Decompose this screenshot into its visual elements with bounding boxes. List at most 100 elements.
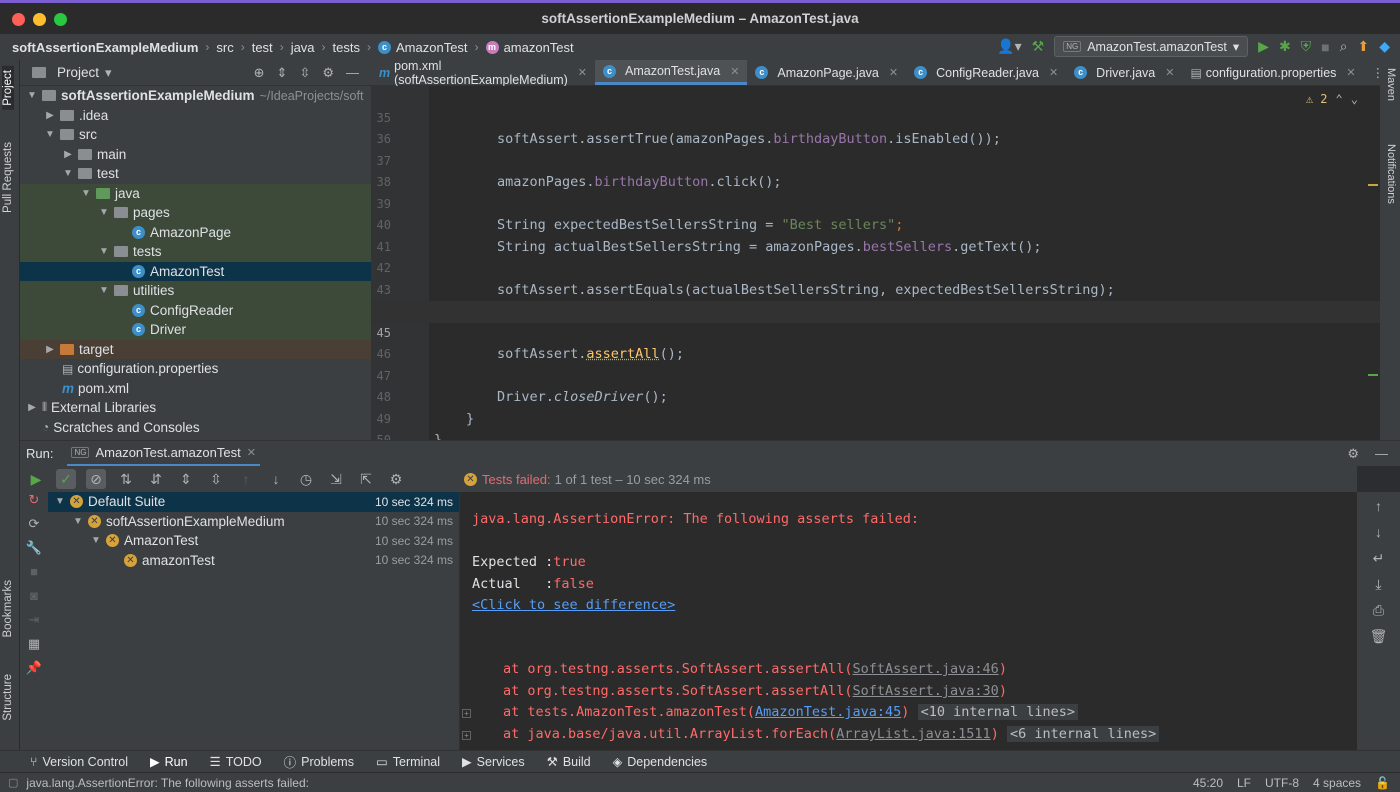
show-passed-icon[interactable]: ✓ [56, 469, 76, 489]
stack-trace-link[interactable]: SoftAssert.java:46 [853, 661, 999, 677]
terminal-tool[interactable]: ▭ Terminal [376, 754, 440, 770]
tree-item-amazontest[interactable]: c AmazonTest [20, 261, 371, 281]
project-view-select[interactable]: Project [57, 65, 99, 80]
version-control-tool[interactable]: ⑂ Version Control [30, 755, 128, 769]
tree-item-scratches[interactable]: ◔ Scratches and Consoles [20, 418, 371, 438]
chevron-down-icon[interactable]: ▼ [98, 246, 110, 257]
status-message[interactable]: java.lang.AssertionError: The following … [26, 776, 309, 790]
run-configuration-select[interactable]: NG AmazonTest.amazonTest ▾ [1054, 36, 1249, 57]
chevron-down-icon[interactable]: ▼ [80, 188, 92, 199]
tab-pom-xml[interactable]: m pom.xml (softAssertionExampleMedium) ✕ [371, 59, 595, 87]
chevron-down-icon[interactable]: ▼ [26, 90, 38, 101]
more-tabs-icon[interactable]: ⋮ [1364, 60, 1393, 85]
breadcrumb-java[interactable]: java [291, 40, 315, 55]
stack-trace-link[interactable]: AmazonTest.java:45 [755, 704, 901, 720]
stop-icon[interactable]: ■ [1321, 39, 1329, 55]
expand-all-icon[interactable]: ⇕ [176, 469, 196, 489]
tab-configreader-java[interactable]: c ConfigReader.java ✕ [906, 60, 1066, 85]
tree-item-test[interactable]: ▼ test [20, 164, 371, 184]
close-window-button[interactable] [12, 13, 25, 26]
tree-item-target[interactable]: ▶ target [20, 339, 371, 359]
scroll-to-end-icon[interactable]: ⤓ [1357, 576, 1400, 602]
tree-item-project-root[interactable]: ▼ softAssertionExampleMedium ~/IdeaProje… [20, 86, 371, 106]
close-icon[interactable]: ✕ [889, 66, 898, 79]
tree-item-pages[interactable]: ▼ pages [20, 203, 371, 223]
chevron-right-icon[interactable]: ▶ [44, 110, 56, 121]
status-icon[interactable]: ▢ [8, 776, 18, 789]
run-tab[interactable]: NG AmazonTest.amazonTest ✕ [67, 441, 260, 467]
chevron-down-icon[interactable]: ▼ [98, 285, 110, 296]
test-node-method[interactable]: ✕ amazonTest 10 sec 324 ms [48, 551, 459, 571]
expand-fold-icon[interactable]: + [462, 709, 471, 718]
chevron-down-icon[interactable]: ▼ [54, 496, 66, 507]
breadcrumb-src[interactable]: src [216, 40, 233, 55]
breadcrumb-method[interactable]: amazonTest [504, 40, 574, 55]
search-icon[interactable]: ⌕ [1340, 38, 1348, 55]
line-separator[interactable]: LF [1237, 776, 1251, 790]
expand-fold-icon[interactable]: + [462, 731, 471, 740]
todo-tool[interactable]: ☰ TODO [210, 754, 262, 770]
structure-tool-tab[interactable]: Structure [2, 674, 14, 721]
chevron-right-icon[interactable]: ▶ [62, 149, 74, 160]
tab-driver-java[interactable]: c Driver.java ✕ [1066, 60, 1182, 85]
breadcrumb-class[interactable]: AmazonTest [396, 40, 468, 55]
breadcrumb-test[interactable]: test [252, 40, 273, 55]
toggle-auto-test-icon[interactable]: ⟳ [20, 516, 48, 540]
user-icon[interactable]: 👤▾ [997, 38, 1021, 55]
run-tool[interactable]: ▶ Run [150, 754, 188, 770]
stack-trace-link[interactable]: ArrayList.java:1511 [836, 726, 990, 742]
internal-lines-fold[interactable]: <6 internal lines> [1006, 726, 1160, 742]
project-tool-tab[interactable]: Project [2, 66, 14, 110]
close-icon[interactable]: ✕ [730, 65, 739, 78]
breadcrumb-project[interactable]: softAssertionExampleMedium [12, 40, 198, 55]
tree-item-configuration-properties[interactable]: ▤ configuration.properties [20, 359, 371, 379]
collapse-all-icon[interactable]: ⇳ [299, 65, 310, 81]
rerun-failed-icon[interactable]: ↻ [20, 492, 48, 516]
coverage-icon[interactable]: ⛨ [1301, 38, 1312, 55]
sort-alpha-icon[interactable]: ⇅ [116, 469, 136, 489]
test-node-project[interactable]: ▼ ✕ softAssertionExampleMedium 10 sec 32… [48, 512, 459, 532]
locate-icon[interactable]: ⊕ [254, 65, 265, 81]
gear-icon[interactable]: ⚙ [1347, 446, 1359, 462]
build-hammer-icon[interactable]: ⚒ [1032, 38, 1045, 55]
arrow-down-icon[interactable]: ↓ [1357, 524, 1400, 550]
chevron-right-icon[interactable]: ▶ [26, 402, 38, 413]
hide-icon[interactable]: — [1375, 446, 1388, 461]
close-icon[interactable]: ✕ [1346, 66, 1355, 79]
tree-item-src[interactable]: ▼ src [20, 125, 371, 145]
tree-item-amazonpage[interactable]: c AmazonPage [20, 222, 371, 242]
run-console[interactable]: ✕ Tests failed: 1 of 1 test – 10 sec 324… [460, 466, 1357, 750]
previous-failed-icon[interactable]: ↑ [236, 469, 256, 489]
stop-icon[interactable]: ■ [20, 564, 48, 588]
close-icon[interactable]: ✕ [578, 66, 587, 79]
tree-item-driver[interactable]: c Driver [20, 320, 371, 340]
build-tool[interactable]: ⚒ Build [547, 754, 591, 770]
chevron-down-icon[interactable]: ▼ [72, 516, 84, 527]
show-ignored-icon[interactable]: ⊘ [86, 469, 106, 489]
chevron-right-icon[interactable]: ▶ [44, 344, 56, 355]
code-editor[interactable]: ⚠ 2 ⌃ ⌄ 35 softAssert.assertTrue(amazonP… [371, 86, 1380, 448]
run-icon[interactable]: ▶ [1258, 38, 1269, 55]
close-icon[interactable]: ✕ [247, 446, 256, 459]
internal-lines-fold[interactable]: <10 internal lines> [917, 704, 1078, 720]
file-encoding[interactable]: UTF-8 [1265, 776, 1299, 790]
tree-item-idea[interactable]: ▶ .idea [20, 106, 371, 126]
export-icon[interactable]: ⇱ [356, 469, 376, 489]
minimize-window-button[interactable] [33, 13, 46, 26]
debug-icon[interactable]: ✱ [1279, 38, 1291, 55]
exit-icon[interactable]: ⇥ [20, 612, 48, 636]
indent-setting[interactable]: 4 spaces [1313, 776, 1361, 790]
gear-icon[interactable]: ⚙ [322, 65, 334, 81]
pin-icon[interactable]: 📌 [20, 660, 48, 684]
next-failed-icon[interactable]: ↓ [266, 469, 286, 489]
history-icon[interactable]: ◷ [296, 469, 316, 489]
trash-icon[interactable]: 🗑 [1357, 628, 1400, 654]
tree-item-external-libraries[interactable]: ▶ ⫴ External Libraries [20, 398, 371, 418]
notifications-tool-tab[interactable]: Notifications [1385, 144, 1397, 204]
zoom-window-button[interactable] [54, 13, 67, 26]
see-difference-link[interactable]: <Click to see difference> [472, 597, 675, 613]
chevron-down-icon[interactable]: ▼ [44, 129, 56, 140]
layout-icon[interactable]: ▦ [20, 636, 48, 660]
test-node-class[interactable]: ▼ ✕ AmazonTest 10 sec 324 ms [48, 531, 459, 551]
wrench-icon[interactable]: 🔧 [20, 540, 48, 564]
